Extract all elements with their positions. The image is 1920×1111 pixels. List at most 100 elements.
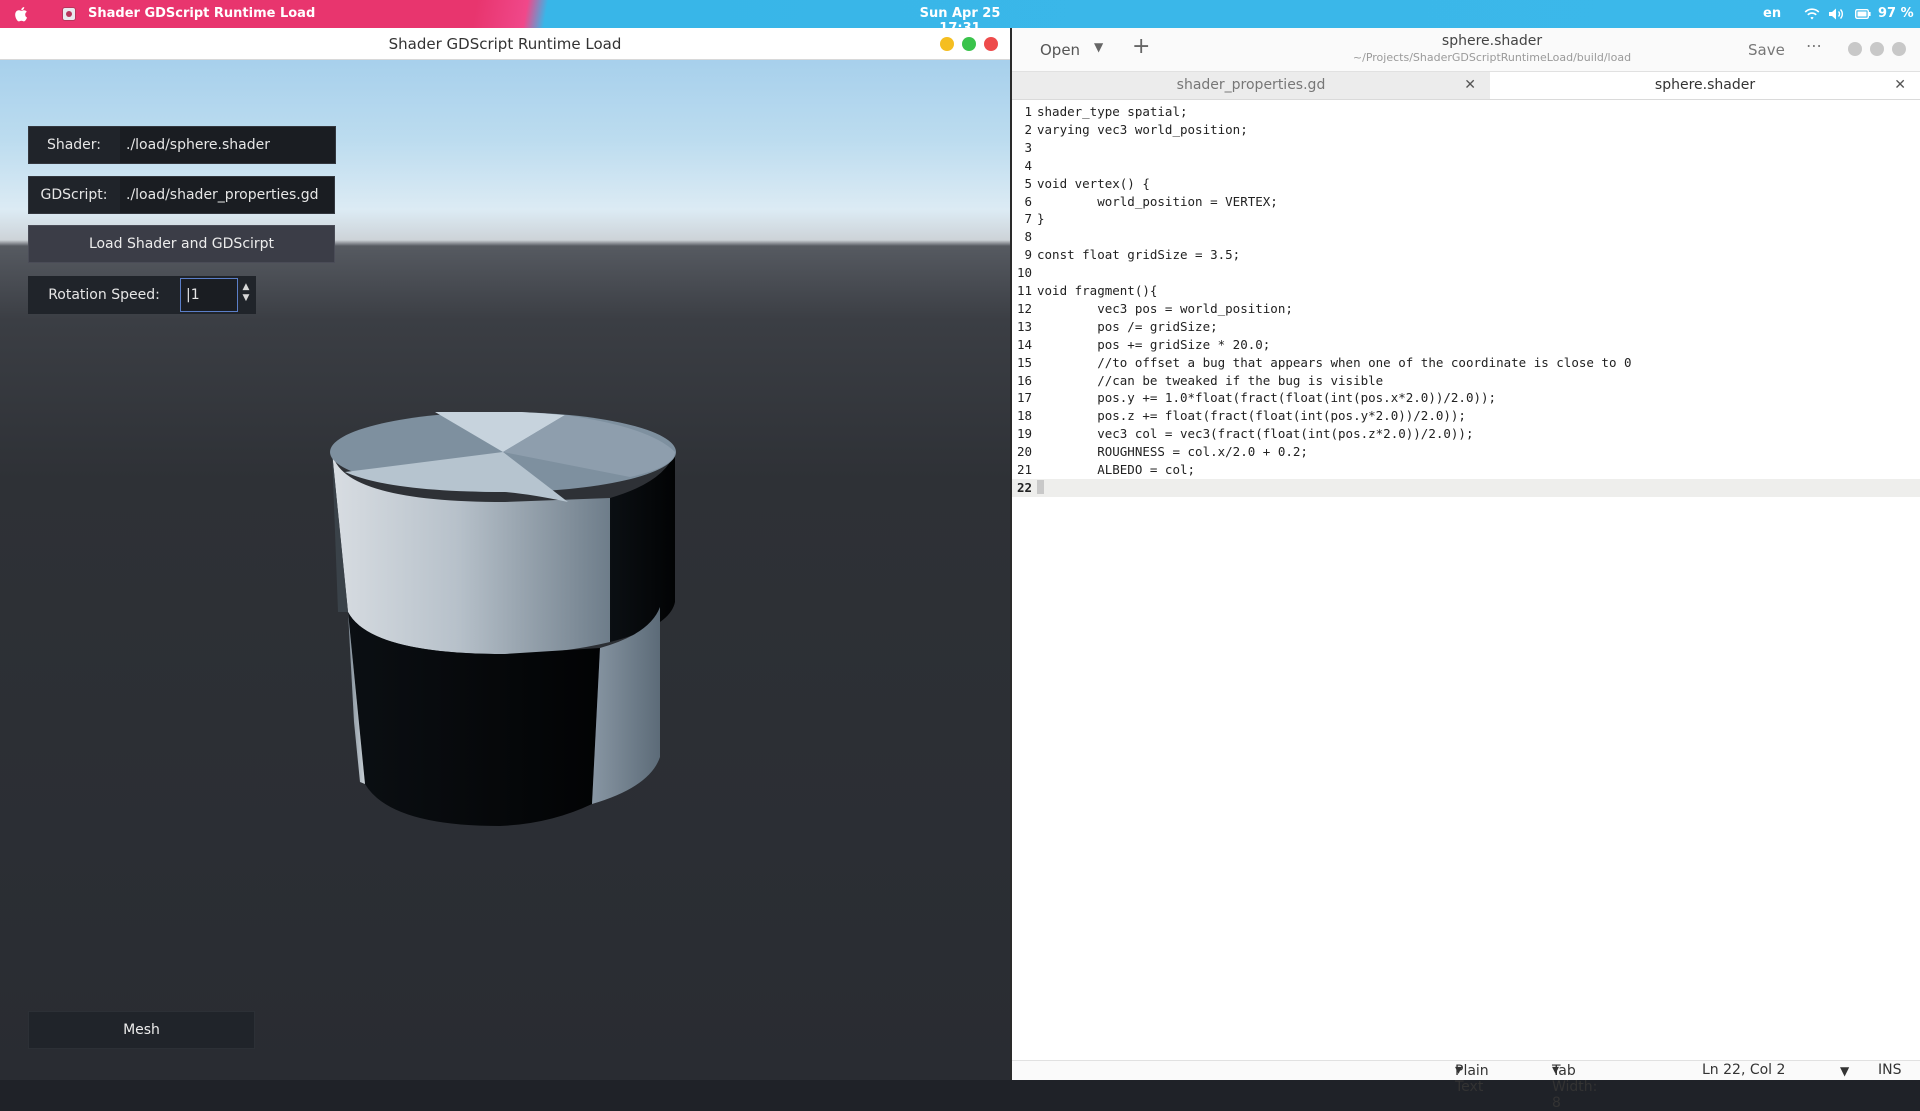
- code-line[interactable]: 6 world_position = VERTEX;: [1012, 193, 1920, 211]
- line-text: varying vec3 world_position;: [1037, 121, 1248, 137]
- code-line[interactable]: 1 shader_type spatial;: [1012, 103, 1920, 121]
- shader-path-field[interactable]: ./load/sphere.shader: [120, 127, 335, 163]
- code-line[interactable]: 21 ALBEDO = col;: [1012, 461, 1920, 479]
- line-number: 9: [1024, 247, 1032, 263]
- code-line[interactable]: 11 void fragment(){: [1012, 282, 1920, 300]
- line-number: 7: [1024, 211, 1032, 227]
- language-selector[interactable]: Plain Text ▾: [1455, 1062, 1489, 1095]
- more-menu-icon[interactable]: ⋯: [1806, 36, 1823, 55]
- line-text: world_position = VERTEX;: [1037, 193, 1278, 209]
- rotation-speed-control: Rotation Speed: |1 ▲ ▼: [28, 276, 256, 314]
- app-icon: [62, 7, 76, 21]
- status-bar: Plain Text ▾ Tab Width: 8 ▾ Ln 22, Col 2…: [1012, 1060, 1920, 1111]
- line-text: [1037, 479, 1044, 497]
- tab-width-selector[interactable]: Tab Width: 8 ▾: [1552, 1062, 1597, 1111]
- load-shader-and-gdscript-button[interactable]: Load Shader and GDScirpt: [28, 225, 335, 263]
- shader-path-row: Shader: ./load/sphere.shader: [28, 126, 336, 164]
- tab-label: sphere.shader: [1654, 77, 1756, 93]
- code-line[interactable]: 22: [1012, 478, 1920, 497]
- line-text: void vertex() {: [1037, 175, 1150, 191]
- position-dropdown-chevron-icon[interactable]: ▼: [1840, 1064, 1849, 1078]
- line-number: 5: [1024, 175, 1032, 191]
- line-number: 12: [1016, 300, 1032, 316]
- line-number: 19: [1016, 426, 1032, 442]
- text-cursor: [1037, 479, 1044, 494]
- close-tab-icon[interactable]: ✕: [1464, 72, 1476, 99]
- shader-label: Shader:: [46, 137, 102, 153]
- line-text: //can be tweaked if the bug is visible: [1037, 372, 1384, 388]
- cursor-position[interactable]: Ln 22, Col 2: [1702, 1062, 1785, 1078]
- line-number: 18: [1016, 408, 1032, 424]
- code-line[interactable]: 8: [1012, 228, 1920, 246]
- window-titlebar[interactable]: Shader GDScript Runtime Load: [0, 28, 1010, 60]
- spinbox-arrows-icon[interactable]: ▲ ▼: [240, 282, 252, 308]
- 3d-viewport[interactable]: Shader: ./load/sphere.shader GDScript: .…: [0, 60, 1010, 1080]
- line-number: 6: [1024, 193, 1032, 209]
- wifi-icon[interactable]: [1804, 7, 1820, 21]
- code-line[interactable]: 3: [1012, 139, 1920, 157]
- open-dropdown-chevron-icon[interactable]: ▼: [1094, 40, 1103, 54]
- header-bar: Open ▼ + sphere.shader ~/Projects/Shader…: [1012, 28, 1920, 72]
- line-number: 15: [1016, 354, 1032, 370]
- line-text: vec3 pos = world_position;: [1037, 300, 1293, 316]
- code-line[interactable]: 7}: [1012, 210, 1920, 228]
- code-line[interactable]: 19 vec3 col = vec3(fract(float(int(pos.z…: [1012, 425, 1920, 443]
- line-number: 10: [1016, 265, 1032, 281]
- battery-percent: 97 %: [1878, 6, 1914, 21]
- line-number: 2: [1024, 121, 1032, 137]
- code-line[interactable]: 20 ROUGHNESS = col.x/2.0 + 0.2;: [1012, 443, 1920, 461]
- godot-app-window: Shader GDScript Runtime Load Shader: ./l…: [0, 28, 1010, 1080]
- code-line[interactable]: 13 pos /= gridSize;: [1012, 318, 1920, 336]
- code-line[interactable]: 10: [1012, 264, 1920, 282]
- apple-menu-icon[interactable]: [14, 5, 30, 23]
- code-line[interactable]: 2 varying vec3 world_position;: [1012, 121, 1920, 139]
- line-text: vec3 col = vec3(fract(float(int(pos.z*2.…: [1037, 426, 1474, 442]
- tab-shader-properties-gd[interactable]: shader_properties.gd ✕: [1012, 72, 1490, 99]
- maximize-button[interactable]: [1870, 42, 1884, 56]
- volume-icon[interactable]: [1828, 7, 1844, 21]
- close-button[interactable]: [1892, 42, 1906, 56]
- code-line[interactable]: 4: [1012, 157, 1920, 175]
- new-tab-plus-icon[interactable]: +: [1132, 36, 1150, 58]
- active-app-name[interactable]: Shader GDScript Runtime Load: [88, 6, 315, 21]
- open-button[interactable]: Open: [1040, 41, 1080, 59]
- window-title: Shader GDScript Runtime Load: [388, 35, 622, 53]
- tab-width-label: Tab Width: 8: [1552, 1063, 1598, 1111]
- line-number: 17: [1016, 390, 1032, 406]
- close-tab-icon[interactable]: ✕: [1894, 72, 1906, 99]
- code-line[interactable]: 12 vec3 pos = world_position;: [1012, 300, 1920, 318]
- code-line[interactable]: 15 //to offset a bug that appears when o…: [1012, 354, 1920, 372]
- code-line[interactable]: 5 void vertex() {: [1012, 175, 1920, 193]
- tab-sphere-shader[interactable]: sphere.shader ✕: [1490, 72, 1920, 99]
- code-line[interactable]: 14 pos += gridSize * 20.0;: [1012, 336, 1920, 354]
- language-label: Plain Text: [1455, 1063, 1489, 1095]
- rotation-speed-input[interactable]: |1: [180, 278, 238, 312]
- line-text: pos += gridSize * 20.0;: [1037, 336, 1271, 352]
- maximize-button[interactable]: [962, 37, 976, 51]
- line-text: ALBEDO = col;: [1037, 462, 1196, 477]
- minimize-button[interactable]: [1848, 42, 1862, 56]
- save-button[interactable]: Save: [1748, 41, 1785, 59]
- gdscript-path-field[interactable]: ./load/shader_properties.gd: [120, 177, 334, 213]
- insert-mode: INS: [1878, 1062, 1902, 1078]
- line-number: 8: [1024, 229, 1032, 245]
- gedit-editor-window: Open ▼ + sphere.shader ~/Projects/Shader…: [1010, 28, 1920, 1111]
- line-number: 21: [1016, 462, 1032, 477]
- code-line[interactable]: 18 pos.z += float(fract(float(int(pos.y*…: [1012, 407, 1920, 425]
- gdscript-path-row: GDScript: ./load/shader_properties.gd: [28, 176, 335, 214]
- line-text: pos.z += float(fract(float(int(pos.y*2.0…: [1037, 408, 1466, 424]
- minimize-button[interactable]: [940, 37, 954, 51]
- code-editor[interactable]: 1 shader_type spatial; 2 varying vec3 world…: [1012, 100, 1920, 1060]
- close-button[interactable]: [984, 37, 998, 51]
- battery-icon[interactable]: [1855, 8, 1871, 20]
- code-line[interactable]: 9 const float gridSize = 3.5;: [1012, 246, 1920, 264]
- checkered-cylinder-mesh: [330, 412, 676, 826]
- mesh-button[interactable]: Mesh: [28, 1011, 255, 1049]
- code-line[interactable]: 16 //can be tweaked if the bug is visibl…: [1012, 372, 1920, 390]
- line-number: 13: [1016, 318, 1032, 334]
- code-line[interactable]: 17 pos.y += 1.0*float(fract(float(int(po…: [1012, 389, 1920, 407]
- line-number: 20: [1016, 444, 1032, 460]
- keyboard-layout[interactable]: en: [1763, 6, 1781, 21]
- line-text: }: [1037, 211, 1045, 227]
- line-text: void fragment(){: [1037, 283, 1158, 298]
